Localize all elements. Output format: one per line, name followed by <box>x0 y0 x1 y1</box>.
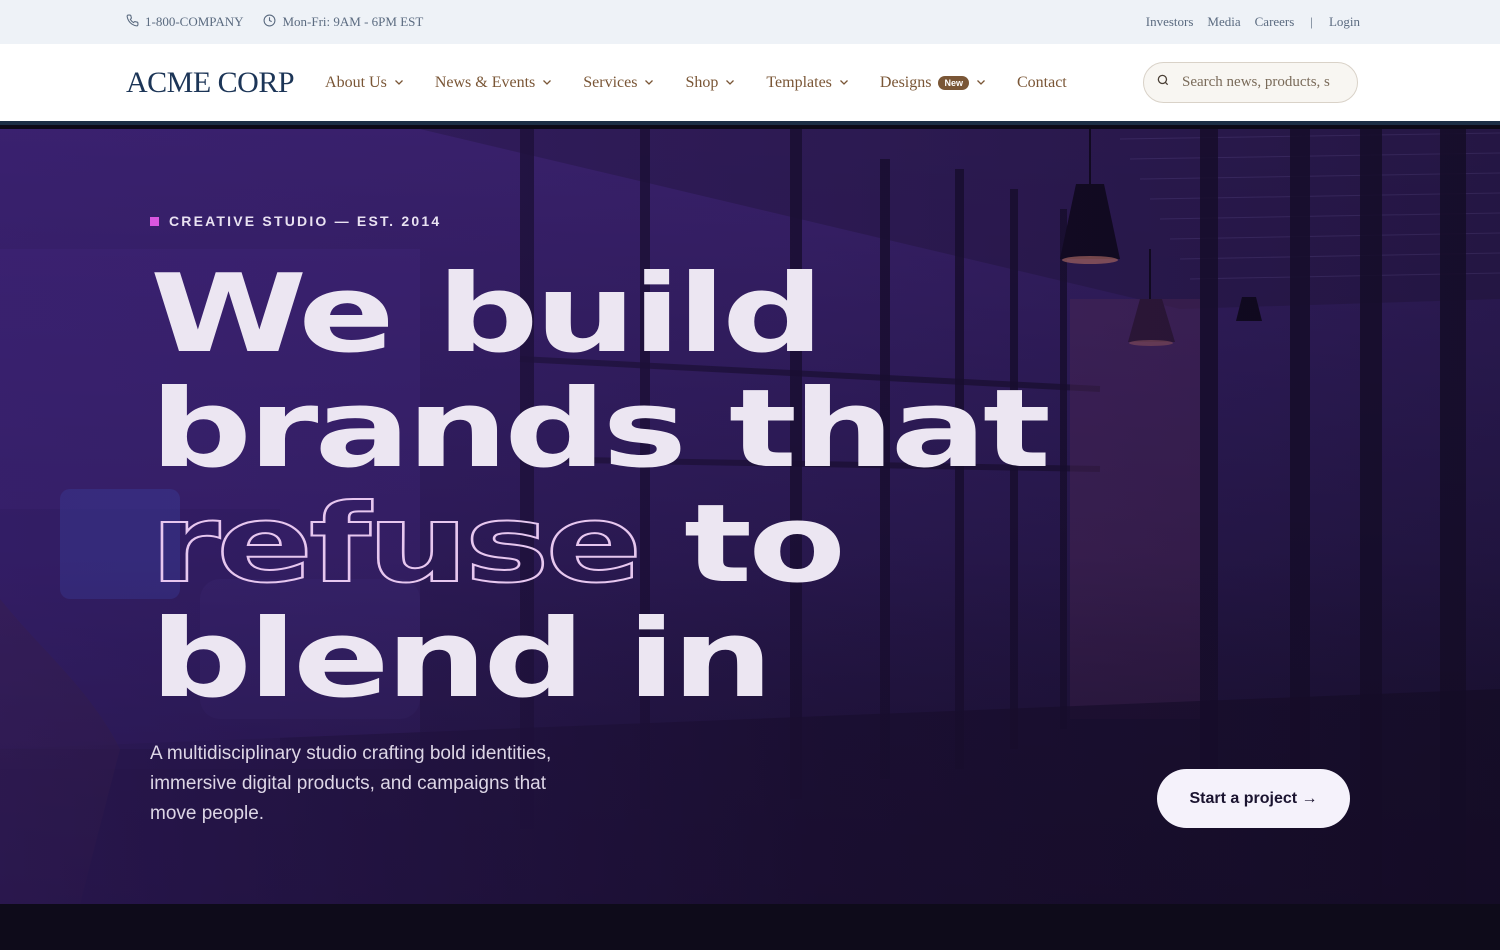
chevron-down-icon <box>839 74 849 92</box>
nav-item-label: News & Events <box>434 73 536 91</box>
headline-line-1: We build <box>150 252 824 377</box>
chevron-down-icon <box>644 74 654 92</box>
nav-item-templates[interactable]: Templates <box>766 74 849 92</box>
nav-item-label: Templates <box>766 73 832 91</box>
hours-info: Mon-Fri: 9AM - 6PM EST <box>263 14 423 31</box>
chevron-down-icon <box>542 74 552 92</box>
nav-item-news-events[interactable]: News & Events <box>435 74 552 92</box>
nav-item-label: Designs <box>879 73 932 91</box>
headline-line-3: refuse to <box>149 486 1047 603</box>
nav-item-about-us[interactable]: About Us <box>325 74 404 92</box>
utility-bar: 1-800-COMPANY Mon-Fri: 9AM - 6PM EST Inv… <box>0 0 1500 44</box>
search-box[interactable] <box>1143 62 1358 103</box>
headline-line-3-rest: to <box>638 482 846 607</box>
next-section <box>0 904 1500 950</box>
hero-headline: We build brands that refuse to blend in <box>149 252 1051 722</box>
headline-line-2: brands that <box>150 367 1051 492</box>
phone-icon <box>126 14 139 31</box>
phone-info[interactable]: 1-800-COMPANY <box>126 14 243 31</box>
accent-square-icon <box>150 216 159 226</box>
search-input[interactable] <box>1182 74 1342 91</box>
new-badge: New <box>938 75 969 90</box>
hero-eyebrow: CREATIVE STUDIO — EST. 2014 <box>150 213 441 229</box>
nav-item-services[interactable]: Services <box>583 74 654 92</box>
headline-outline-word: refuse <box>149 482 644 607</box>
headline-line-4: blend in <box>150 597 773 722</box>
media-link[interactable]: Media <box>1207 14 1240 30</box>
nav-item-label: About Us <box>325 73 387 91</box>
start-project-button[interactable]: Start a project → <box>1157 769 1350 828</box>
chevron-down-icon <box>725 74 735 92</box>
chevron-down-icon <box>394 74 404 92</box>
nav-item-contact[interactable]: Contact <box>1017 74 1067 92</box>
business-hours: Mon-Fri: 9AM - 6PM EST <box>282 14 424 29</box>
nav-item-label: Contact <box>1016 73 1067 91</box>
logo[interactable]: ACME CORP <box>126 66 295 100</box>
nav-menu: About Us News & Events Services Shop Tem… <box>325 74 1143 92</box>
nav-item-designs[interactable]: Designs New <box>880 74 986 92</box>
main-nav: ACME CORP About Us News & Events Service… <box>0 44 1500 125</box>
nav-item-label: Shop <box>685 73 719 91</box>
nav-item-label: Services <box>583 73 638 91</box>
eyebrow-text: CREATIVE STUDIO — EST. 2014 <box>169 213 442 229</box>
investors-link[interactable]: Investors <box>1146 14 1194 30</box>
hero-subtext: A multidisciplinary studio crafting bold… <box>150 743 552 824</box>
chevron-down-icon <box>976 74 986 92</box>
careers-link[interactable]: Careers <box>1255 14 1295 30</box>
divider: | <box>1310 14 1313 29</box>
nav-item-shop[interactable]: Shop <box>685 74 735 92</box>
search-icon <box>1156 73 1170 92</box>
login-link[interactable]: Login <box>1329 14 1360 30</box>
clock-icon <box>263 14 276 31</box>
utility-links: Investors Media Careers | Login <box>1146 14 1360 30</box>
phone-number: 1-800-COMPANY <box>145 14 244 29</box>
hero-section: CREATIVE STUDIO — EST. 2014 We build bra… <box>0 129 1500 904</box>
contact-info: 1-800-COMPANY Mon-Fri: 9AM - 6PM EST <box>126 14 423 31</box>
